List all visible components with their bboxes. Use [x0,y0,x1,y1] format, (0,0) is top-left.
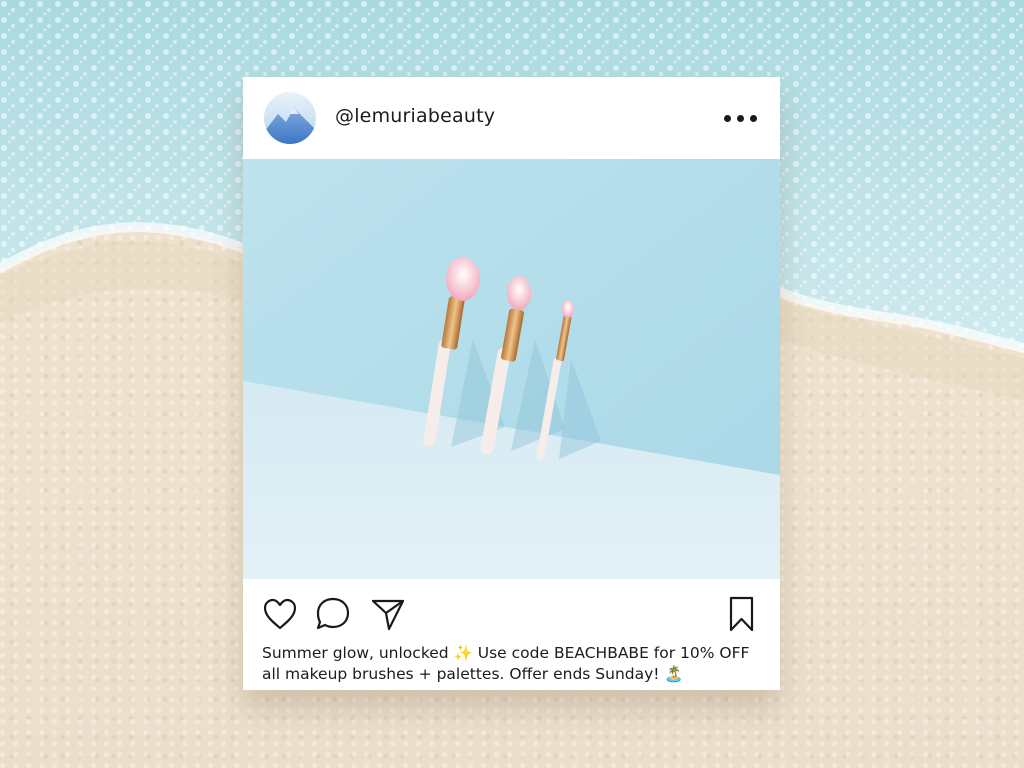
more-options-button[interactable] [722,107,758,129]
mountain-avatar-icon [264,92,316,144]
comment-button[interactable] [314,595,352,633]
post-image[interactable] [243,159,780,579]
bookmark-icon [729,596,754,632]
makeup-brushes-photo [243,159,780,579]
like-button[interactable] [261,595,299,633]
post-actions-bar [243,589,780,639]
post-header: @lemuriabeauty [243,77,780,159]
social-post-card: @lemuriabeauty Summer glow, unlocked ✨ U… [243,77,780,690]
profile-avatar[interactable] [264,92,316,144]
share-button[interactable] [369,595,407,633]
paper-plane-icon [371,599,405,631]
save-button[interactable] [723,595,761,633]
more-options-icon [724,115,731,122]
more-options-dot [750,115,757,122]
comment-bubble-icon [316,597,350,630]
post-username[interactable]: @lemuriabeauty [335,105,495,127]
heart-icon [263,598,297,630]
post-caption: Summer glow, unlocked ✨ Use code BEACHBA… [262,644,750,683]
more-options-dot [737,115,744,122]
